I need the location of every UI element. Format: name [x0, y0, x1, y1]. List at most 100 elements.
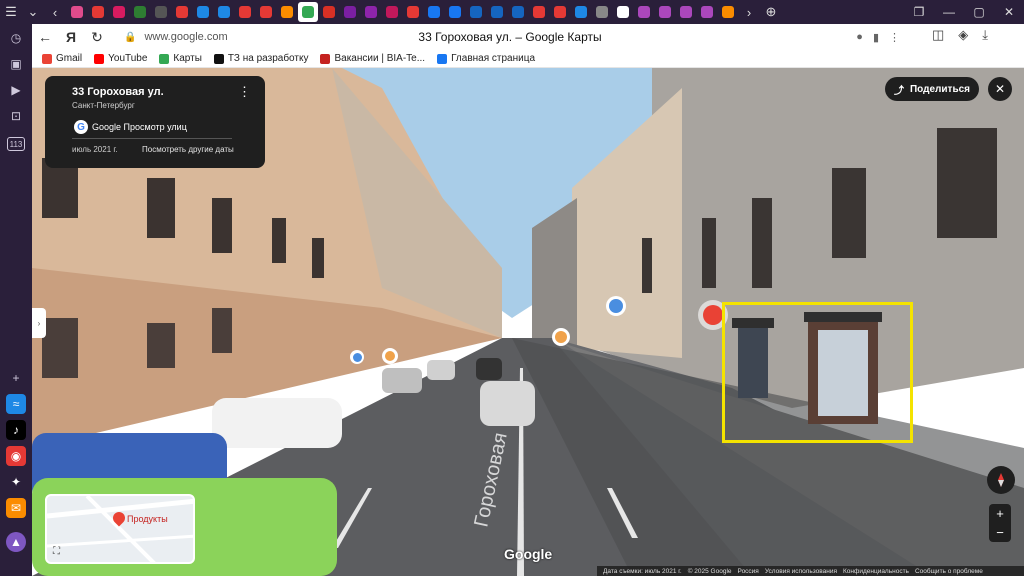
tab[interactable]	[382, 2, 402, 22]
tab[interactable]	[571, 2, 591, 22]
tab[interactable]	[361, 2, 381, 22]
reload-icon[interactable]: ↻	[84, 24, 110, 50]
extension-icon[interactable]: ◈	[958, 27, 968, 43]
minimize-icon[interactable]: —	[934, 0, 964, 24]
place-marker[interactable]	[606, 296, 626, 316]
tab[interactable]	[529, 2, 549, 22]
street-view[interactable]: Гороховая 33 Гороховая ул. Санкт-Петербу…	[32, 68, 1024, 576]
tab-active-maps[interactable]	[298, 2, 318, 22]
tab-list-icon[interactable]: ⌄	[22, 1, 44, 23]
capture-date: июль 2021 г.	[72, 145, 118, 154]
app-icon[interactable]: ≈	[6, 394, 26, 414]
tab[interactable]	[151, 2, 171, 22]
scroll-left-icon[interactable]: ‹	[44, 1, 66, 23]
zoom-in-button[interactable]: +	[989, 504, 1011, 523]
scroll-right-icon[interactable]: ›	[738, 1, 760, 23]
chevron-right-icon: ›	[37, 318, 41, 328]
bookmark-maps[interactable]: Карты	[159, 53, 202, 64]
maximize-icon[interactable]: ▢	[964, 0, 994, 24]
tab[interactable]	[445, 2, 465, 22]
bookmark-youtube[interactable]: YouTube	[94, 53, 147, 64]
compass-button[interactable]	[987, 466, 1015, 494]
tab[interactable]	[277, 2, 297, 22]
sparkle-icon[interactable]: ✦	[6, 472, 26, 492]
screen: ☰ ⌄ ‹ › ⊕ ❐ — ▢ ✕ ◷ ▣ ▶ ⊡ 113 + ≈ ♪ ◉ ✦ …	[0, 0, 1024, 576]
tab[interactable]	[193, 2, 213, 22]
tab[interactable]	[592, 2, 612, 22]
tab[interactable]	[340, 2, 360, 22]
collapse-panel-button[interactable]: ›	[32, 308, 46, 338]
place-marker[interactable]	[552, 328, 570, 346]
more-icon[interactable]: ⋮	[889, 31, 900, 44]
tab-count-badge[interactable]: 113	[7, 137, 25, 151]
new-tab-icon[interactable]: ⊕	[760, 1, 782, 23]
app-icon[interactable]: ✉	[6, 498, 26, 518]
translate-icon[interactable]: ◫	[932, 27, 944, 43]
bookmark-icon[interactable]: ▮	[873, 31, 879, 44]
store-icon	[352, 352, 362, 362]
downloads-icon[interactable]: ⊡	[6, 106, 26, 126]
bookmark-vacancies[interactable]: Вакансии | BIA-Te...	[320, 53, 425, 64]
store-icon	[609, 299, 623, 313]
tab[interactable]	[676, 2, 696, 22]
terms-link[interactable]: Условия использования	[765, 568, 837, 575]
other-dates-link[interactable]: Посмотреть другие даты	[142, 145, 234, 154]
add-panel-icon[interactable]: +	[6, 368, 26, 388]
browser-window: ← Я ↻ 🔒 www.google.com 33 Гороховая ул. …	[32, 24, 1024, 576]
tab[interactable]	[424, 2, 444, 22]
bookmark-home[interactable]: Главная страница	[437, 53, 535, 64]
yandex-icon[interactable]: Я	[58, 24, 84, 50]
media-icon[interactable]: ▶	[6, 80, 26, 100]
tab[interactable]	[718, 2, 738, 22]
more-options-icon[interactable]: ⋮	[238, 84, 251, 100]
share-button[interactable]: ⤴ Поделиться	[885, 77, 979, 101]
report-link[interactable]: Сообщить о проблеме	[915, 568, 983, 575]
tab[interactable]	[487, 2, 507, 22]
close-window-icon[interactable]: ✕	[994, 0, 1024, 24]
tab[interactable]	[109, 2, 129, 22]
privacy-link[interactable]: Конфиденциальность	[843, 568, 909, 575]
share-icon: ⤴	[893, 85, 904, 97]
tab[interactable]	[172, 2, 192, 22]
tab[interactable]	[634, 2, 654, 22]
history-icon[interactable]: ◷	[6, 28, 26, 48]
tab[interactable]	[508, 2, 528, 22]
tab[interactable]	[130, 2, 150, 22]
tab[interactable]	[214, 2, 234, 22]
notion-icon	[213, 53, 224, 64]
highlight-box	[722, 302, 913, 443]
bookmark-tz[interactable]: ТЗ на разработку	[213, 53, 308, 64]
gmail-icon	[42, 53, 52, 64]
minimap[interactable]: Продукты ⛶	[45, 494, 195, 564]
collections-icon[interactable]: ▣	[6, 54, 26, 74]
address-bar[interactable]: 🔒 www.google.com 33 Гороховая ул. – Goog…	[120, 27, 900, 47]
youtube-icon	[94, 53, 105, 64]
close-button[interactable]: ✕	[988, 77, 1012, 101]
tab[interactable]	[319, 2, 339, 22]
tab-menu-icon[interactable]: ☰	[0, 1, 22, 23]
place-marker[interactable]	[382, 348, 398, 364]
tab[interactable]	[235, 2, 255, 22]
tab[interactable]	[613, 2, 633, 22]
browser-sidebar: ◷ ▣ ▶ ⊡ 113 + ≈ ♪ ◉ ✦ ✉ ▲	[0, 24, 32, 576]
bookmark-gmail[interactable]: Gmail	[42, 53, 82, 64]
tab[interactable]	[655, 2, 675, 22]
app-icon[interactable]: ◉	[6, 446, 26, 466]
back-icon[interactable]: ←	[32, 24, 58, 50]
place-marker[interactable]	[350, 350, 364, 364]
tab[interactable]	[88, 2, 108, 22]
expand-icon[interactable]: ⛶	[53, 546, 60, 557]
tab[interactable]	[256, 2, 276, 22]
tiktok-icon[interactable]: ♪	[6, 420, 26, 440]
downloads-icon[interactable]: ⤓	[982, 27, 988, 43]
zoom-out-button[interactable]: −	[989, 523, 1011, 542]
region-link[interactable]: Россия	[738, 568, 759, 575]
location-icon[interactable]: ●	[856, 31, 863, 44]
tab[interactable]	[403, 2, 423, 22]
tab[interactable]	[550, 2, 570, 22]
tab[interactable]	[697, 2, 717, 22]
tab[interactable]	[67, 2, 87, 22]
alice-icon[interactable]: ▲	[6, 532, 26, 552]
bookmark-manager-icon[interactable]: ❐	[904, 0, 934, 24]
tab[interactable]	[466, 2, 486, 22]
